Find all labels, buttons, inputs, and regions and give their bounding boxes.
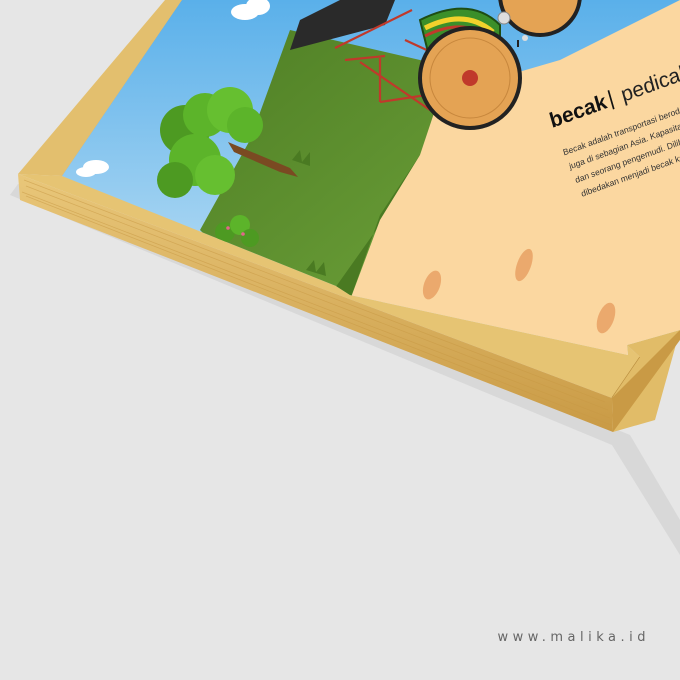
watermark: www.malika.id <box>497 630 650 645</box>
framed-poster-scene: becak | pedicab Becak adalah transportas… <box>10 0 680 555</box>
